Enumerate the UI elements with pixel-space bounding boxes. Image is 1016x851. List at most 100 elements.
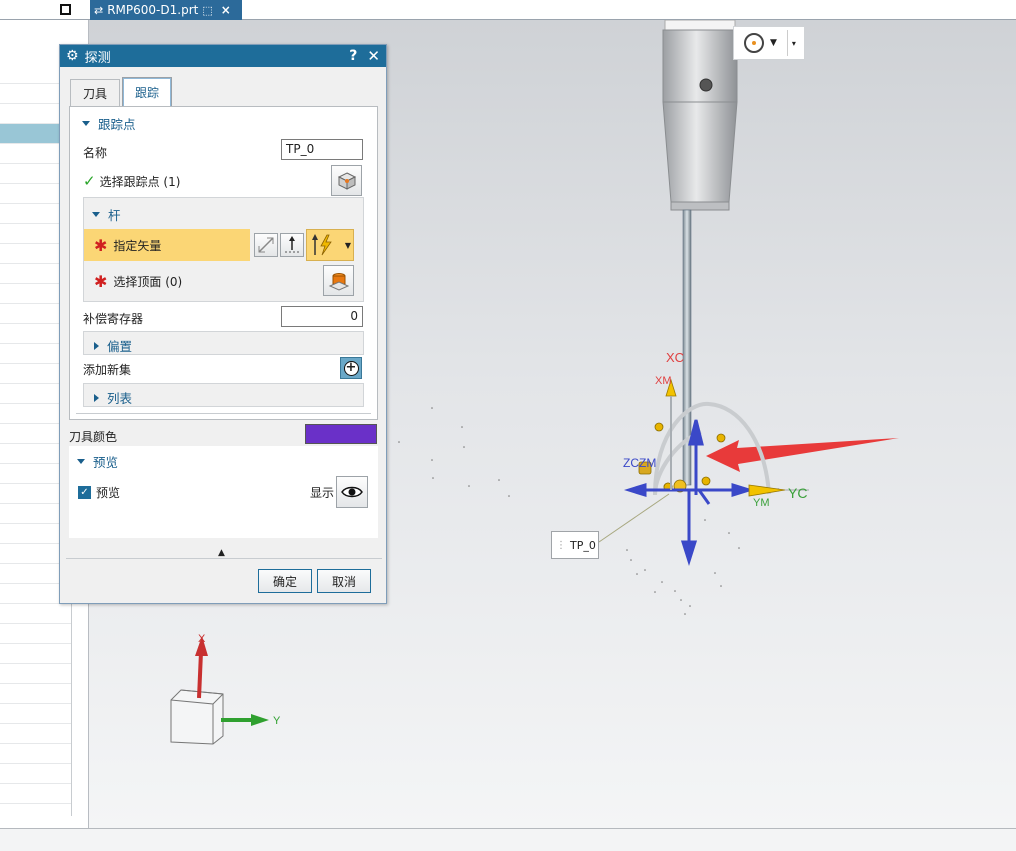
point-dialog-button[interactable] [331, 165, 362, 196]
tracking-point-tag[interactable]: ⋮ TP_0 [551, 531, 599, 559]
show-label: 显示 [310, 486, 335, 500]
select-tracking-point-row[interactable]: ✓ 选择跟踪点 (1) [83, 172, 180, 190]
specify-vector-row[interactable]: ✱ 指定矢量 [84, 229, 250, 261]
preview-checkbox-row[interactable]: ✓ 预览 [78, 484, 120, 501]
inferred-vector-button[interactable]: ▼ [306, 229, 354, 261]
zczm-label: ZCZM [623, 456, 656, 470]
collapse-triangle-icon [77, 459, 85, 464]
toolbar-divider [786, 30, 788, 56]
view-triad[interactable]: X Y [170, 633, 281, 745]
add-new-set-button[interactable]: + [340, 357, 362, 379]
divider [66, 558, 382, 559]
select-top-face-label: 选择顶面 (0) [113, 275, 183, 289]
list-item[interactable] [0, 664, 71, 684]
list-item[interactable] [0, 604, 71, 624]
maximize-icon[interactable] [60, 4, 71, 15]
tracking-point-tag-label: TP_0 [570, 538, 596, 552]
part-file-icon: ⇄ [94, 3, 104, 17]
chevron-down-icon[interactable]: ▼ [770, 38, 777, 48]
required-asterisk-icon: ✱ [94, 235, 108, 255]
preview-panel: 预览 ✓ 预览 显示 [69, 446, 378, 538]
reverse-direction-icon [258, 237, 274, 253]
snap-toolbar: ▼ ▾ [733, 26, 805, 60]
rod-subpanel: 杆 ✱ 指定矢量 ▼ ✱ 选择顶面 (0) [83, 197, 364, 302]
tool-color-swatch[interactable] [305, 424, 377, 444]
gear-icon: ⚙ [66, 48, 79, 64]
help-button[interactable]: ? [349, 48, 357, 64]
section-title: 预览 [93, 455, 119, 470]
list-item[interactable] [0, 744, 71, 764]
grip-icon: ⋮ [556, 539, 566, 551]
list-item[interactable] [0, 784, 71, 804]
chevron-down-icon[interactable]: ▾ [792, 39, 796, 48]
register-input[interactable]: 0 [281, 306, 363, 327]
close-tab-icon[interactable]: × [221, 3, 231, 17]
yc-label: YC [788, 485, 807, 501]
preview-checkbox-label: 预览 [96, 486, 121, 500]
document-tab-title: RMP600-D1.prt [107, 3, 199, 17]
checkmark-icon: ✓ [83, 172, 96, 190]
eye-icon [341, 486, 363, 498]
dialog-title: 探测 [84, 50, 111, 66]
vector-icon [285, 236, 299, 253]
section-title: 列表 [107, 391, 133, 406]
tool-color-label: 刀具颜色 [69, 430, 118, 444]
vector-dialog-button[interactable] [280, 233, 304, 257]
probe-hole-icon [699, 78, 713, 92]
collapse-triangle-icon [82, 121, 90, 126]
ym-label: YM [753, 497, 770, 509]
list-item[interactable] [0, 704, 71, 724]
tracking-point-section-header[interactable]: 跟踪点 [82, 114, 136, 133]
list-item[interactable] [0, 624, 71, 644]
preview-section-header[interactable]: 预览 [77, 452, 118, 471]
list-item[interactable] [0, 644, 71, 664]
offset-subpanel[interactable]: 偏置 [83, 331, 364, 355]
close-icon[interactable]: ✕ [367, 47, 380, 65]
reverse-direction-button[interactable] [254, 233, 278, 257]
xc-label: XC [666, 350, 684, 365]
top-face-icon [328, 272, 349, 291]
required-asterisk-icon: ✱ [94, 272, 108, 291]
select-top-face-row[interactable]: ✱ 选择顶面 (0) [94, 272, 182, 291]
list-item[interactable] [0, 684, 71, 704]
rod-section-header[interactable]: 杆 [92, 205, 121, 224]
tab-menu-icon[interactable]: ⬚ [202, 4, 212, 17]
section-title: 偏置 [107, 339, 133, 354]
triad-y-label: Y [273, 715, 281, 727]
list-item[interactable] [0, 764, 71, 784]
document-tab-strip: ⇄ RMP600-D1.prt ⬚ × [0, 0, 1016, 20]
face-select-button[interactable] [323, 265, 354, 296]
preview-checkbox[interactable]: ✓ [78, 486, 91, 499]
collapse-triangle-icon [92, 212, 100, 217]
tracking-tab-panel: 跟踪点 名称 TP_0 ✓ 选择跟踪点 (1) 杆 ✱ 指定矢量 ▼ ✱ 选择顶… [69, 106, 378, 420]
list-item[interactable] [0, 724, 71, 744]
dialog-title-bar[interactable]: ⚙ 探测 ? ✕ [60, 45, 386, 67]
name-input[interactable]: TP_0 [281, 139, 363, 160]
cancel-button[interactable]: 取消 [317, 569, 371, 593]
plus-circle-icon: + [343, 360, 359, 376]
specify-vector-label: 指定矢量 [113, 238, 162, 253]
tab-tool[interactable]: 刀具 [70, 79, 121, 107]
crosshair-icon[interactable] [744, 33, 764, 53]
list-section-header[interactable]: 列表 [94, 388, 132, 407]
dialog-tabs: 刀具 跟踪 [70, 77, 174, 107]
xm-label: XM [655, 375, 672, 387]
register-label: 补偿寄存器 [83, 312, 144, 326]
offset-section-header[interactable]: 偏置 [94, 336, 132, 355]
expand-triangle-icon [94, 393, 99, 402]
collapse-dialog-icon[interactable]: ▲ [218, 548, 225, 558]
probe-body[interactable] [662, 20, 738, 486]
annotation-arrow [706, 438, 899, 472]
tab-tracking[interactable]: 跟踪 [122, 77, 173, 107]
section-title: 杆 [108, 208, 121, 223]
document-tab[interactable]: ⇄ RMP600-D1.prt ⬚ × [90, 0, 242, 20]
probe-dialog: ⚙ 探测 ? ✕ 刀具 跟踪 跟踪点 名称 TP_0 ✓ 选择跟踪点 (1) 杆… [59, 44, 387, 604]
section-title: 跟踪点 [98, 117, 136, 132]
expand-triangle-icon [94, 341, 99, 350]
ok-button[interactable]: 确定 [258, 569, 312, 593]
select-tracking-point-label: 选择跟踪点 (1) [99, 174, 181, 189]
triad-x-label: X [198, 633, 206, 645]
add-set-label: 添加新集 [83, 363, 132, 377]
list-subpanel[interactable]: 列表 [83, 383, 364, 407]
show-result-button[interactable] [336, 476, 368, 508]
